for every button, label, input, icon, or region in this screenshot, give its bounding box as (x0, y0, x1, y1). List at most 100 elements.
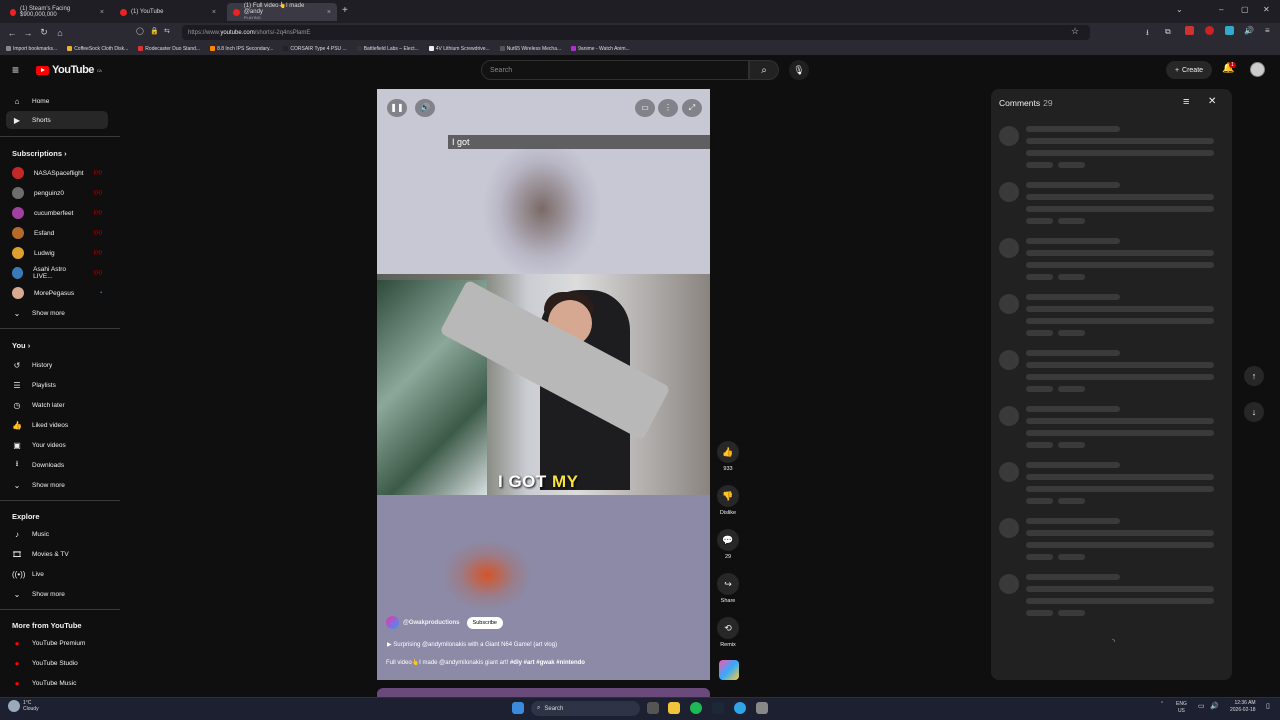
browser-tab[interactable]: (1) Steam's Facing $900,000,000 × (4, 3, 110, 21)
pause-button[interactable]: ❚❚ (387, 99, 407, 117)
extension-icon[interactable] (1205, 26, 1214, 35)
search-input[interactable]: Search (481, 60, 749, 80)
sidebar-item-liked-videos[interactable]: 👍 Liked videos (6, 416, 108, 434)
sidebar-item-subscription[interactable]: cucumberfeet ((•)) (6, 204, 108, 222)
app-icon[interactable] (756, 702, 768, 714)
sidebar-item-history[interactable]: ↺ History (6, 356, 108, 374)
language-indicator[interactable]: ENG US (1176, 701, 1187, 715)
bookmark[interactable]: 8.8 Inch IPS Secondary... (210, 46, 273, 52)
channel-name[interactable]: @Gwakproductions (403, 620, 460, 626)
reload-icon[interactable]: ↻ (36, 27, 52, 38)
weather-widget[interactable]: 1°C Cloudy (8, 700, 39, 712)
steam-icon[interactable] (712, 702, 724, 714)
tray-overflow-icon[interactable]: ⌃ (1160, 701, 1164, 707)
sidebar-item-downloads[interactable]: ⭳ Downloads (6, 456, 108, 474)
close-icon[interactable]: ✕ (1208, 96, 1216, 107)
file-explorer-icon[interactable] (668, 702, 680, 714)
sidebar-item-subscription[interactable]: Ludwig ((•)) (6, 244, 108, 262)
close-window-icon[interactable]: ✕ (1263, 5, 1270, 14)
bookmark[interactable]: Rodecaster Duo Stand... (138, 46, 200, 52)
bookmark[interactable]: CORSAIR Type 4 PSU ... (283, 46, 347, 52)
more-options-button[interactable]: ⋮ (658, 99, 678, 117)
sidebar-item-live[interactable]: ((•)) Live (6, 565, 108, 583)
bookmark[interactable]: Battlefield Labs – Elect... (356, 46, 419, 52)
you-heading[interactable]: You › (12, 341, 30, 350)
spotify-icon[interactable] (690, 702, 702, 714)
video-title-link[interactable]: ▶ Surprising @andymilonakis with a Giant… (387, 641, 557, 648)
show-more-explore[interactable]: ⌄ Show more (6, 585, 108, 603)
video-description[interactable]: Full video👆I made @andymilonakis giant a… (386, 659, 585, 666)
remix-button[interactable]: ⟲ Remix (716, 617, 740, 648)
task-view-icon[interactable] (647, 702, 659, 714)
previous-short-button[interactable]: ↑ (1244, 366, 1264, 386)
sidebar-item-youtube-studio[interactable]: ● YouTube Studio (6, 654, 108, 672)
sidebar-item-subscription[interactable]: Asahi Astro LIVE... ((•)) (6, 264, 108, 282)
create-button[interactable]: + Create (1166, 61, 1212, 79)
bookmark[interactable]: 9anime - Watch Anim... (571, 46, 630, 52)
channel-avatar[interactable] (386, 616, 399, 629)
sort-icon[interactable]: ≡ (1183, 96, 1189, 108)
captions-button[interactable]: ▭ (635, 99, 655, 117)
sidebar-item-movies[interactable]: 🎞 Movies & TV (6, 545, 108, 563)
voice-search-button[interactable]: 🎙 (789, 60, 809, 80)
browser-tab-active[interactable]: (1) Full video👆I made @andy PLAYING × (227, 3, 337, 21)
bookmark[interactable]: Nut65 Wireless Mecha... (499, 46, 561, 52)
sidebar-item-subscription[interactable]: Esfand ((•)) (6, 224, 108, 242)
close-tab-icon[interactable]: × (212, 9, 216, 16)
menu-icon[interactable]: ≡ (1265, 26, 1270, 35)
show-more-subscriptions[interactable]: ⌄ Show more (6, 304, 108, 322)
share-button[interactable]: ↪ Share (716, 573, 740, 604)
shield-icon[interactable]: ◯ (136, 27, 144, 35)
back-icon[interactable]: ← (4, 28, 20, 38)
close-tab-icon[interactable]: × (100, 9, 104, 16)
sidebar-item-playlists[interactable]: ☰ Playlists (6, 376, 108, 394)
windows-start-icon[interactable] (512, 702, 524, 714)
tab-list-icon[interactable]: ⌄ (1176, 5, 1183, 14)
extensions-icon[interactable]: ⧉ (1165, 27, 1171, 37)
sidebar-item-shorts[interactable]: ▶ Shorts (6, 111, 108, 129)
description-hashtags[interactable]: #diy #art #gwak #nintendo (510, 660, 585, 666)
browser-app-icon[interactable] (734, 702, 746, 714)
browser-tab[interactable]: (1) YouTube × (114, 3, 222, 21)
hamburger-menu-icon[interactable]: ≡ (12, 63, 19, 77)
volume-icon[interactable]: 🔊 (1244, 26, 1254, 35)
taskbar-clock[interactable]: 12:36 AM 2026-02-18 (1230, 700, 1256, 714)
sidebar-item-your-videos[interactable]: ▣ Your videos (6, 436, 108, 454)
dislike-button[interactable]: 👎 Dislike (716, 485, 740, 516)
network-icon[interactable]: ▭ (1198, 702, 1205, 710)
maximize-icon[interactable]: ▢ (1241, 5, 1249, 14)
sound-thumbnail[interactable] (719, 660, 739, 680)
extension-icon[interactable] (1185, 26, 1194, 35)
home-browser-icon[interactable]: ⌂ (52, 28, 68, 38)
search-button[interactable]: ⌕ (749, 60, 779, 80)
comments-button[interactable]: 💬 29 (716, 529, 740, 560)
sidebar-item-youtube-music[interactable]: ● YouTube Music (6, 674, 108, 692)
forward-icon[interactable]: → (20, 28, 36, 38)
taskbar-search[interactable]: ⌕ Search (531, 701, 640, 716)
bookmark[interactable]: CoffeeSock Cloth Disk... (67, 46, 128, 52)
downloads-icon[interactable]: ⭳ (1146, 27, 1149, 41)
notifications-icon[interactable]: ▯ (1266, 702, 1270, 710)
extension-icon[interactable] (1225, 26, 1234, 35)
next-short-button[interactable]: ↓ (1244, 402, 1264, 422)
subscriptions-heading[interactable]: Subscriptions › (12, 149, 67, 158)
subscribe-button[interactable]: Subscribe (466, 616, 503, 629)
show-more-you[interactable]: ⌄ Show more (6, 476, 108, 494)
bookmark[interactable]: Import bookmarks... (6, 46, 57, 52)
sidebar-item-watch-later[interactable]: ◷ Watch later (6, 396, 108, 414)
account-avatar[interactable] (1250, 62, 1265, 77)
like-button[interactable]: 👍 933 (716, 441, 740, 472)
url-bar[interactable]: https://www. youtube.com/shorts/-2q4nsPla… (182, 25, 1090, 40)
youtube-logo[interactable]: YouTube CA (36, 64, 102, 76)
lock-icon[interactable]: 🔒 (150, 27, 159, 35)
sidebar-item-youtube-premium[interactable]: ● YouTube Premium (6, 634, 108, 652)
new-tab-icon[interactable]: + (342, 5, 348, 16)
sidebar-item-music[interactable]: ♪ Music (6, 525, 108, 543)
sidebar-item-home[interactable]: ⌂ Home (6, 92, 108, 110)
close-tab-icon[interactable]: × (327, 9, 331, 16)
fullscreen-button[interactable]: ⤢ (682, 99, 702, 117)
bookmark-star-icon[interactable]: ☆ (1071, 26, 1079, 37)
permissions-icon[interactable]: ⇆ (164, 27, 170, 35)
sidebar-item-subscription[interactable]: MorePegasus • (6, 284, 108, 302)
volume-tray-icon[interactable]: 🔊 (1210, 702, 1219, 710)
